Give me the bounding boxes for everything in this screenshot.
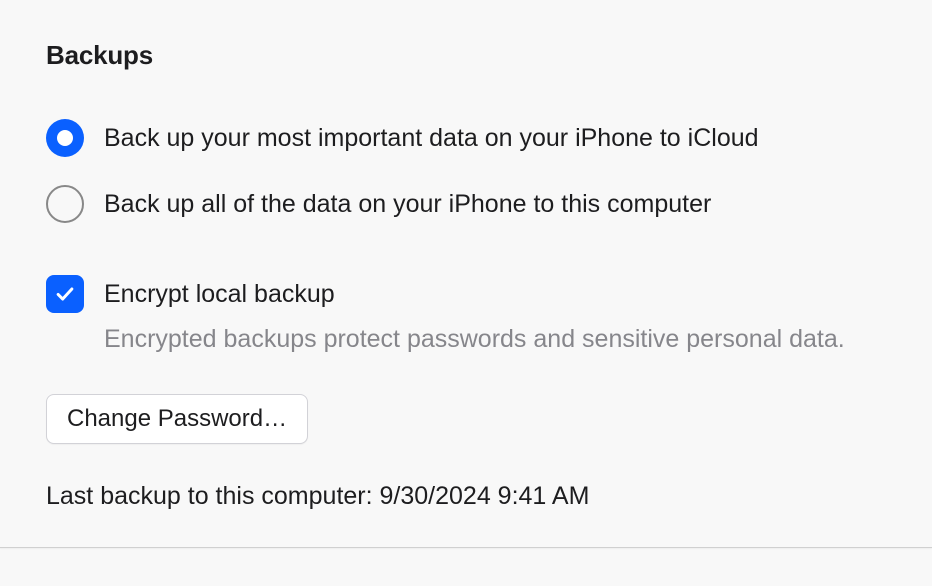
backup-option-icloud[interactable]: Back up your most important data on your… bbox=[46, 119, 886, 157]
last-backup-text: Last backup to this computer: 9/30/2024 … bbox=[46, 482, 886, 511]
checkmark-icon bbox=[54, 283, 76, 305]
encrypt-sublabel: Encrypted backups protect passwords and … bbox=[104, 323, 886, 356]
backup-option-local-label: Back up all of the data on your iPhone t… bbox=[104, 189, 711, 219]
bottom-divider bbox=[0, 547, 932, 548]
encrypt-checkbox[interactable] bbox=[46, 275, 84, 313]
encrypt-label: Encrypt local backup bbox=[104, 280, 335, 309]
change-password-button[interactable]: Change Password… bbox=[46, 394, 308, 444]
backup-option-icloud-label: Back up your most important data on your… bbox=[104, 123, 759, 153]
section-title: Backups bbox=[46, 40, 886, 71]
radio-unselected-icon bbox=[46, 185, 84, 223]
radio-selected-icon bbox=[46, 119, 84, 157]
backup-option-local[interactable]: Back up all of the data on your iPhone t… bbox=[46, 185, 886, 223]
